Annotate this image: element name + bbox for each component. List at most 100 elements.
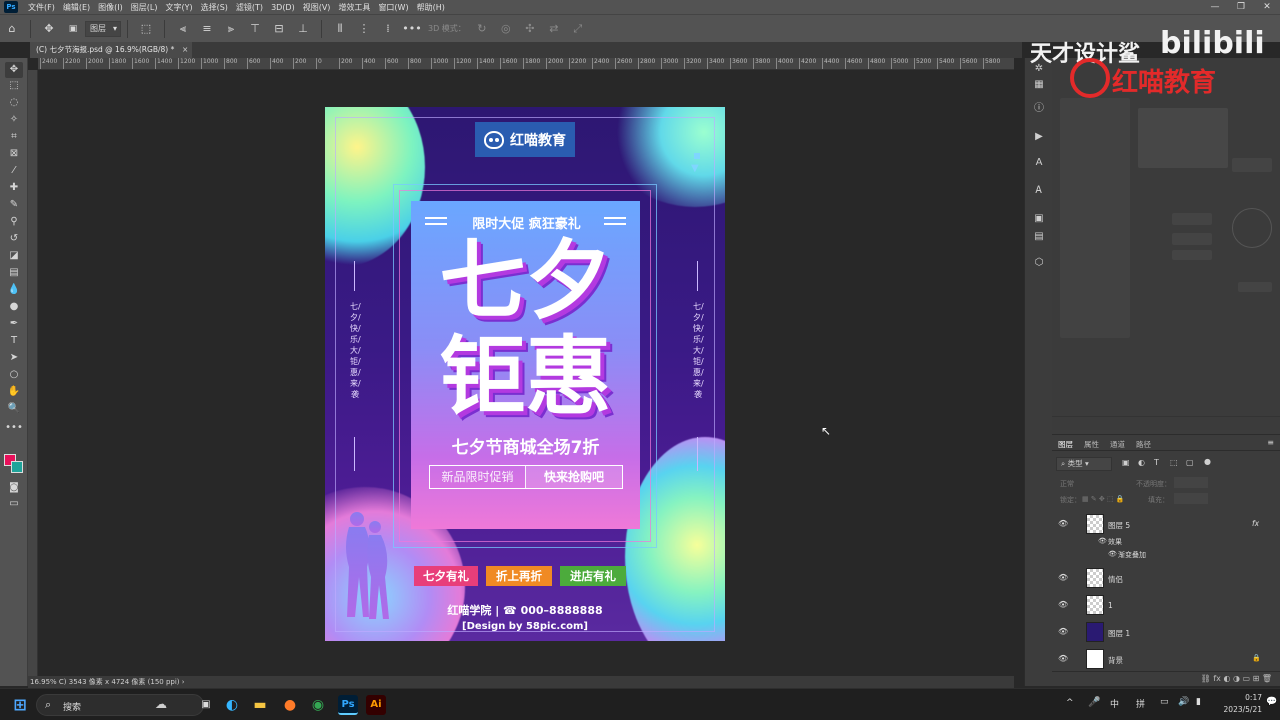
gradient-tool-icon[interactable]: ▤ xyxy=(5,265,23,281)
gradient-eye-icon[interactable]: 👁 xyxy=(1108,550,1117,558)
character-panel-icon[interactable]: A xyxy=(1032,156,1046,170)
effects-eye-icon[interactable]: 👁 xyxy=(1098,537,1107,545)
auto-select-icon[interactable]: ▣ xyxy=(63,19,83,39)
clock-time[interactable]: 0:17 xyxy=(1222,693,1262,702)
visibility-eye-icon[interactable]: 👁 xyxy=(1058,654,1068,663)
file-explorer-icon[interactable]: ▬ xyxy=(250,695,270,715)
align-center-icon[interactable]: ≡ xyxy=(197,19,217,39)
tab-layers[interactable]: 图层 xyxy=(1058,439,1073,450)
close-tab-icon[interactable]: × xyxy=(182,42,188,58)
layers-footer-icons[interactable]: ⛓ fx ◐ ◑ ▭ ⊞ 🗑 xyxy=(1052,671,1280,687)
frame-tool-icon[interactable]: ⊠ xyxy=(5,146,23,162)
maximize-icon[interactable]: ❐ xyxy=(1228,0,1254,14)
layer-filter-dropdown[interactable]: ⌕ 类型 ▾ xyxy=(1056,457,1112,471)
chrome-icon[interactable]: ◉ xyxy=(308,695,328,715)
edge-icon[interactable]: ◐ xyxy=(222,695,242,715)
edit-toolbar-icon[interactable]: ••• xyxy=(5,420,23,436)
orbit-3d-icon[interactable]: ↻ xyxy=(472,19,492,39)
align-top-icon[interactable]: ⊤ xyxy=(245,19,265,39)
align-left-icon[interactable]: ⫷ xyxy=(173,19,193,39)
dodge-tool-icon[interactable]: ● xyxy=(5,299,23,315)
menu-help[interactable]: 帮助(H) xyxy=(413,2,449,13)
visibility-eye-icon[interactable]: 👁 xyxy=(1058,627,1068,636)
transform-controls-icon[interactable]: ⬚ xyxy=(136,19,156,39)
screen-mode-icon[interactable]: ▭ xyxy=(5,496,23,512)
fx-icon[interactable]: fx xyxy=(1252,519,1259,528)
notifications-icon[interactable]: 💬 xyxy=(1266,697,1277,707)
tab-properties[interactable]: 属性 xyxy=(1084,439,1099,450)
quick-mask-icon[interactable]: ◙ xyxy=(5,480,23,496)
background-color-swatch[interactable] xyxy=(11,461,23,473)
layer-row[interactable]: 👁 情侣 xyxy=(1052,565,1280,591)
paragraph-panel-icon[interactable]: Ꭺ xyxy=(1032,184,1046,198)
distribute-middle-icon[interactable]: ⋮ xyxy=(354,19,374,39)
opacity-field[interactable] xyxy=(1174,477,1208,488)
menu-filter[interactable]: 滤镜(T) xyxy=(232,2,267,13)
filter-type-icon[interactable]: T xyxy=(1154,458,1159,467)
distribute-icon[interactable]: ⦀ xyxy=(330,19,350,39)
menu-file[interactable]: 文件(F) xyxy=(24,2,59,13)
visibility-eye-icon[interactable]: 👁 xyxy=(1058,600,1068,609)
slide-3d-icon[interactable]: ⇄ xyxy=(544,19,564,39)
hand-tool-icon[interactable]: ✋ xyxy=(5,384,23,400)
menu-view[interactable]: 视图(V) xyxy=(299,2,335,13)
libraries-panel-icon[interactable]: ▣ xyxy=(1032,212,1046,226)
layer-effects-row[interactable]: 👁 效果 xyxy=(1052,535,1280,549)
scale-3d-icon[interactable]: ⤢ xyxy=(568,19,588,39)
home-icon[interactable]: ⌂ xyxy=(2,19,22,39)
distribute-right-icon[interactable]: ⁞ xyxy=(378,19,398,39)
fill-field[interactable] xyxy=(1174,493,1208,504)
lasso-tool-icon[interactable]: ◌ xyxy=(5,95,23,111)
tray-chevron-icon[interactable]: ^ xyxy=(1066,698,1074,708)
filter-smart-object-icon[interactable]: ▢ xyxy=(1186,458,1194,467)
firefox-icon[interactable]: ● xyxy=(280,695,300,715)
visibility-eye-icon[interactable]: 👁 xyxy=(1058,573,1068,582)
layer-row[interactable]: 👁 图层 1 xyxy=(1052,619,1280,645)
close-window-icon[interactable]: ✕ xyxy=(1254,0,1280,14)
move-tool-icon[interactable]: ✥ xyxy=(5,62,23,78)
layer-row[interactable]: 👁 背景 🔒 xyxy=(1052,646,1280,672)
menu-3d[interactable]: 3D(D) xyxy=(267,3,299,12)
clock-date[interactable]: 2023/5/21 xyxy=(1210,705,1262,714)
align-middle-icon[interactable]: ⊟ xyxy=(269,19,289,39)
type-tool-icon[interactable]: T xyxy=(5,333,23,349)
pan-3d-icon[interactable]: ✣ xyxy=(520,19,540,39)
3d-panel-icon[interactable]: ⬡ xyxy=(1032,256,1046,270)
crop-tool-icon[interactable]: ⌗ xyxy=(5,129,23,145)
blur-tool-icon[interactable]: 💧 xyxy=(5,282,23,298)
filter-pixel-icon[interactable]: ▣ xyxy=(1122,458,1130,467)
eraser-tool-icon[interactable]: ◪ xyxy=(5,248,23,264)
lock-icons[interactable]: ▦ ✎ ✥ ⬚ 🔒 xyxy=(1082,495,1125,503)
layer-row[interactable]: 👁 1 xyxy=(1052,592,1280,618)
filter-toggle-icon[interactable]: ● xyxy=(1204,457,1211,466)
clone-stamp-tool-icon[interactable]: ⚲ xyxy=(5,214,23,230)
swatches-panel-icon[interactable]: ▦ xyxy=(1032,78,1046,92)
microphone-icon[interactable]: 🎤 xyxy=(1088,697,1100,708)
history-brush-tool-icon[interactable]: ↺ xyxy=(5,231,23,247)
brush-tool-icon[interactable]: ✎ xyxy=(5,197,23,213)
menu-type[interactable]: 文字(Y) xyxy=(161,2,196,13)
task-view-icon[interactable]: ▣ xyxy=(196,695,216,715)
menu-image[interactable]: 图像(I) xyxy=(94,2,127,13)
poster-artwork[interactable]: 红喵教育 ▼ 七/夕/快/乐/大/钜/惠/来/袭 七/夕/快/乐/大/钜/惠/来… xyxy=(325,107,725,641)
filter-adjustment-icon[interactable]: ◐ xyxy=(1138,458,1145,467)
info-panel-icon[interactable]: ⓘ xyxy=(1032,102,1046,116)
menu-select[interactable]: 选择(S) xyxy=(197,2,232,13)
visibility-eye-icon[interactable]: 👁 xyxy=(1058,519,1068,528)
tab-channels[interactable]: 通道 xyxy=(1110,439,1125,450)
notes-panel-icon[interactable]: ▤ xyxy=(1032,230,1046,244)
minimize-icon[interactable]: — xyxy=(1202,0,1228,14)
actions-panel-icon[interactable]: ▶ xyxy=(1032,130,1046,144)
align-bottom-icon[interactable]: ⊥ xyxy=(293,19,313,39)
tab-paths[interactable]: 路径 xyxy=(1136,439,1151,450)
panel-menu-icon[interactable]: ≡ xyxy=(1267,438,1274,447)
windows-start-icon[interactable]: ⊞ xyxy=(10,695,30,715)
illustrator-taskbar-icon[interactable]: Ai xyxy=(366,695,386,715)
roll-3d-icon[interactable]: ◎ xyxy=(496,19,516,39)
pen-tool-icon[interactable]: ✒ xyxy=(5,316,23,332)
align-right-icon[interactable]: ⫸ xyxy=(221,19,241,39)
layer-effect-gradient-row[interactable]: 👁 渐变叠加 xyxy=(1052,548,1280,562)
path-selection-tool-icon[interactable]: ➤ xyxy=(5,350,23,366)
marquee-tool-icon[interactable]: ⬚ xyxy=(5,78,23,94)
healing-brush-tool-icon[interactable]: ✚ xyxy=(5,180,23,196)
